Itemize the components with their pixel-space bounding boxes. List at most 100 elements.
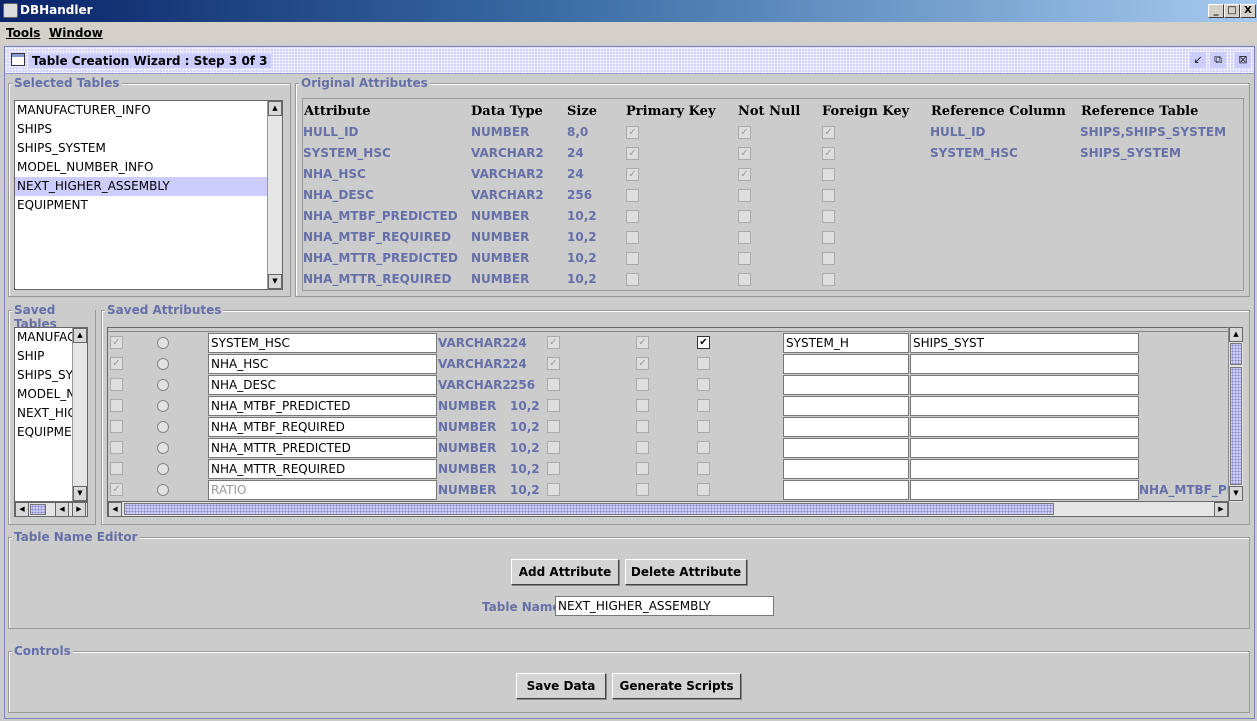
fk-checkbox[interactable]: ✔ [697,336,710,349]
include-checkbox[interactable]: ✓ [110,336,123,349]
attribute-name-input[interactable]: NHA_MTBF_REQUIRED [208,417,437,437]
scroll-left-icon[interactable]: ◀ [108,502,122,517]
reference-table-input[interactable] [910,375,1139,395]
menu-window[interactable]: Window [49,26,103,40]
attribute-name-input[interactable]: NHA_HSC [208,354,437,374]
saved-attributes-vscrollbar[interactable]: ▲ ▼ [1228,327,1243,502]
maximize-button[interactable]: □ [1224,4,1240,18]
list-item[interactable]: MANUFAC [15,328,76,347]
nn-checkbox[interactable] [636,462,649,475]
reference-column-input[interactable] [783,480,909,500]
saved-tables-hscroll-thumb[interactable] [30,504,46,515]
scroll-up-icon[interactable]: ▲ [268,101,282,116]
nn-checkbox[interactable] [636,483,649,496]
row-radio[interactable] [157,484,169,496]
attribute-name-input[interactable]: SYSTEM_HSC [208,333,437,353]
vscroll-thumb[interactable] [1230,367,1242,485]
list-item[interactable]: MODEL_NUMBER_INFO [15,158,267,177]
pk-checkbox[interactable] [547,462,560,475]
pk-checkbox[interactable]: ✓ [547,336,560,349]
fk-checkbox[interactable] [697,462,710,475]
include-checkbox[interactable]: ✓ [110,483,123,496]
pk-checkbox[interactable] [547,441,560,454]
include-checkbox[interactable] [110,420,123,433]
row-radio[interactable] [157,463,169,475]
table-name-input[interactable]: NEXT_HIGHER_ASSEMBLY [555,596,774,616]
list-item[interactable]: EQUIPMENT [15,196,267,215]
nn-checkbox[interactable] [636,399,649,412]
minimize-button[interactable]: _ [1208,4,1224,18]
pk-checkbox[interactable] [547,399,560,412]
list-item[interactable]: SHIPS_SY [15,366,73,385]
fk-checkbox[interactable] [697,378,710,391]
list-item[interactable]: NEXT_HIG [15,404,77,423]
pk-checkbox[interactable] [547,378,560,391]
reference-table-input[interactable] [910,396,1139,416]
fk-checkbox[interactable] [697,420,710,433]
attribute-name-input[interactable]: NHA_MTBF_PREDICTED [208,396,437,416]
attribute-name-input[interactable]: NHA_MTTR_PREDICTED [208,438,437,458]
list-item[interactable]: NEXT_HIGHER_ASSEMBLY [15,177,267,196]
fk-checkbox[interactable] [697,441,710,454]
save-data-button[interactable]: Save Data [516,673,606,699]
frame-close-icon[interactable]: ⊠ [1235,52,1251,68]
row-radio[interactable] [157,442,169,454]
nn-checkbox[interactable]: ✓ [636,336,649,349]
saved-tables-list[interactable]: MANUFAC SHIP SHIPS_SY MODEL_N NEXT_HIG EQUIPM… [14,327,88,502]
fk-checkbox[interactable] [697,483,710,496]
reference-table-input[interactable] [910,354,1139,374]
selected-tables-scrollbar[interactable]: ▲ ▼ [267,101,282,289]
include-checkbox[interactable] [110,441,123,454]
row-radio[interactable] [157,421,169,433]
row-radio[interactable] [157,400,169,412]
iconify-icon[interactable]: ↙ [1190,52,1206,68]
hscroll-thumb[interactable] [124,503,1054,515]
scroll-left-icon[interactable]: ◀ [55,502,69,517]
list-item[interactable]: MODEL_N [15,385,75,404]
nn-checkbox[interactable]: ✓ [636,357,649,370]
include-checkbox[interactable]: ✓ [110,357,123,370]
saved-tables-hscrollbar[interactable]: ◀ ◀ ▶ [14,502,88,517]
reference-column-input[interactable] [783,417,909,437]
include-checkbox[interactable] [110,399,123,412]
reference-table-input[interactable] [910,438,1139,458]
reference-table-input[interactable] [910,459,1139,479]
saved-tables-scrollbar[interactable]: ▲ ▼ [72,328,87,501]
menu-tools[interactable]: Tools [6,26,40,40]
nn-checkbox[interactable] [636,420,649,433]
reference-table-input[interactable]: SHIPS_SYST [910,333,1139,353]
include-checkbox[interactable] [110,378,123,391]
restore-icon[interactable]: ⧉ [1210,52,1226,68]
scroll-up-icon[interactable]: ▲ [1229,327,1243,342]
list-item[interactable]: SHIPS_SYSTEM [15,139,267,158]
reference-column-input[interactable] [783,375,909,395]
reference-column-input[interactable] [783,459,909,479]
reference-column-input[interactable] [783,396,909,416]
reference-column-input[interactable] [783,438,909,458]
pk-checkbox[interactable] [547,420,560,433]
reference-table-input[interactable] [910,417,1139,437]
list-item[interactable]: EQUIPME [15,423,72,442]
attribute-name-input[interactable]: NHA_MTTR_REQUIRED [208,459,437,479]
reference-column-input[interactable]: SYSTEM_H [783,333,909,353]
list-item[interactable]: MANUFACTURER_INFO [15,101,267,120]
list-item[interactable]: SHIPS [15,120,267,139]
delete-attribute-button[interactable]: Delete Attribute [625,559,747,585]
scroll-right-icon[interactable]: ▶ [1214,502,1228,517]
include-checkbox[interactable] [110,462,123,475]
reference-column-input[interactable] [783,354,909,374]
scroll-right-icon[interactable]: ▶ [72,502,86,517]
selected-tables-list[interactable]: MANUFACTURER_INFO SHIPS SHIPS_SYSTEM MODEL_… [14,100,283,290]
reference-table-input[interactable] [910,480,1139,500]
row-radio[interactable] [157,379,169,391]
scroll-down-icon[interactable]: ▼ [268,274,282,289]
pk-checkbox[interactable] [547,483,560,496]
attribute-name-input[interactable]: RATIO [208,480,437,500]
generate-scripts-button[interactable]: Generate Scripts [612,673,741,699]
fk-checkbox[interactable] [697,357,710,370]
scroll-up-icon[interactable]: ▲ [73,328,87,343]
saved-attributes-hscrollbar[interactable]: ◀ ▶ [107,501,1229,517]
close-button[interactable]: X [1240,4,1256,18]
scroll-left-icon[interactable]: ◀ [15,502,29,517]
attribute-name-input[interactable]: NHA_DESC [208,375,437,395]
